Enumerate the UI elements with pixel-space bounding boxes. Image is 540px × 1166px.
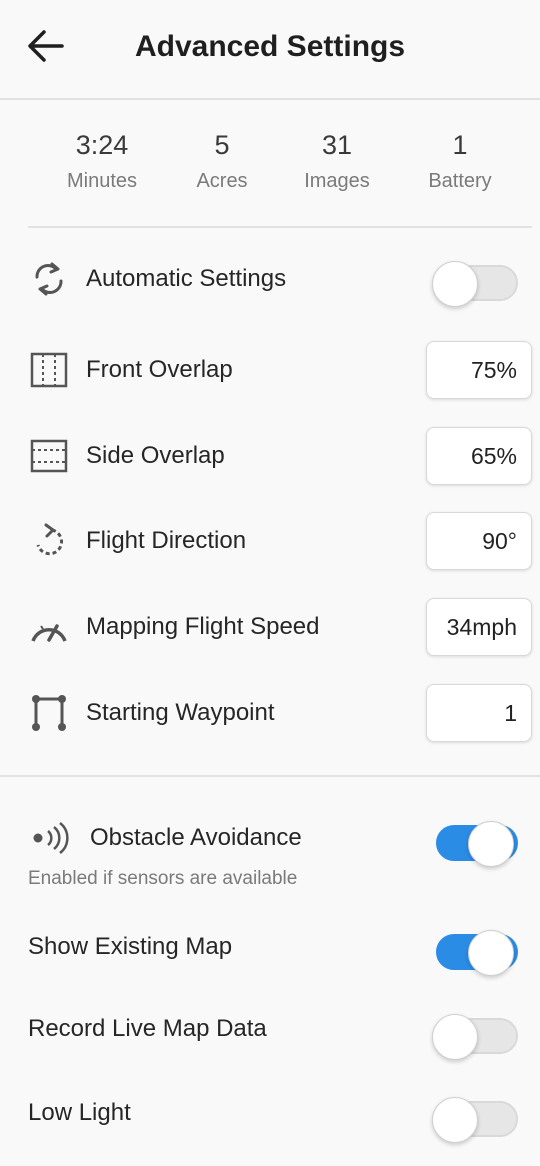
waypoint-icon — [28, 693, 70, 733]
front-overlap-input[interactable]: 75% — [426, 341, 532, 399]
flight-direction-input[interactable]: 90° — [426, 512, 532, 570]
sensor-waves-icon — [28, 818, 70, 858]
low-light-toggle[interactable] — [432, 1097, 518, 1143]
obstacle-avoidance-sublabel: Enabled if sensors are available — [28, 868, 298, 889]
toggle-knob — [432, 261, 478, 307]
flight-direction-label: Flight Direction — [86, 527, 247, 554]
stat-images: 31 Images — [267, 128, 407, 193]
rotate-icon — [28, 521, 70, 561]
front-overlap-icon — [28, 350, 70, 390]
stat-battery: 1 Battery — [390, 128, 530, 193]
automatic-settings-row: Automatic Settings — [28, 249, 532, 309]
stat-label: Minutes — [66, 170, 138, 192]
flight-speed-label: Mapping Flight Speed — [86, 613, 320, 640]
toggle-knob — [432, 1097, 478, 1143]
divider — [28, 226, 532, 228]
starting-waypoint-input[interactable]: 1 — [426, 684, 532, 742]
flight-stats: 3:24 Minutes 5 Acres 31 Images 1 Battery — [0, 128, 540, 208]
stat-value: 1 — [452, 130, 468, 160]
show-existing-map-row: Show Existing Map — [28, 923, 532, 976]
low-light-row: Low Light — [28, 1089, 532, 1143]
speedometer-icon — [28, 607, 70, 647]
starting-waypoint-label: Starting Waypoint — [86, 699, 275, 726]
flight-direction-row: Flight Direction 90° — [28, 511, 532, 571]
record-live-map-row: Record Live Map Data — [28, 1005, 532, 1060]
side-overlap-label: Side Overlap — [86, 442, 225, 469]
stat-minutes: 3:24 Minutes — [32, 128, 172, 193]
toggle-knob — [432, 1014, 478, 1060]
obstacle-avoidance-label: Obstacle Avoidance — [90, 824, 302, 851]
app-header: Advanced Settings — [0, 0, 540, 100]
obstacle-avoidance-toggle[interactable] — [436, 821, 518, 867]
page-title: Advanced Settings — [134, 30, 406, 63]
record-live-map-label: Record Live Map Data — [28, 1015, 267, 1042]
stat-label: Images — [304, 170, 370, 192]
side-overlap-icon — [28, 436, 70, 476]
stat-label: Battery — [428, 170, 492, 192]
stat-value: 3:24 — [75, 130, 129, 160]
low-light-label: Low Light — [28, 1099, 131, 1126]
starting-waypoint-row: Starting Waypoint 1 — [28, 683, 532, 743]
obstacle-avoidance-row: Obstacle Avoidance — [28, 808, 532, 868]
automatic-settings-label: Automatic Settings — [86, 265, 287, 292]
side-overlap-row: Side Overlap 65% — [28, 426, 532, 486]
stat-value: 31 — [321, 130, 353, 160]
automatic-settings-toggle[interactable] — [432, 261, 518, 307]
flight-speed-row: Mapping Flight Speed 34mph — [28, 597, 532, 657]
show-existing-map-label: Show Existing Map — [28, 933, 233, 960]
toggle-knob — [468, 821, 514, 867]
side-overlap-input[interactable]: 65% — [426, 427, 532, 485]
show-existing-map-toggle[interactable] — [436, 930, 518, 976]
record-live-map-toggle[interactable] — [432, 1014, 518, 1060]
sync-icon — [28, 259, 70, 299]
flight-speed-input[interactable]: 34mph — [426, 598, 532, 656]
front-overlap-row: Front Overlap 75% — [28, 340, 532, 400]
toggle-knob — [468, 930, 514, 976]
divider — [0, 775, 540, 777]
front-overlap-label: Front Overlap — [86, 356, 233, 383]
